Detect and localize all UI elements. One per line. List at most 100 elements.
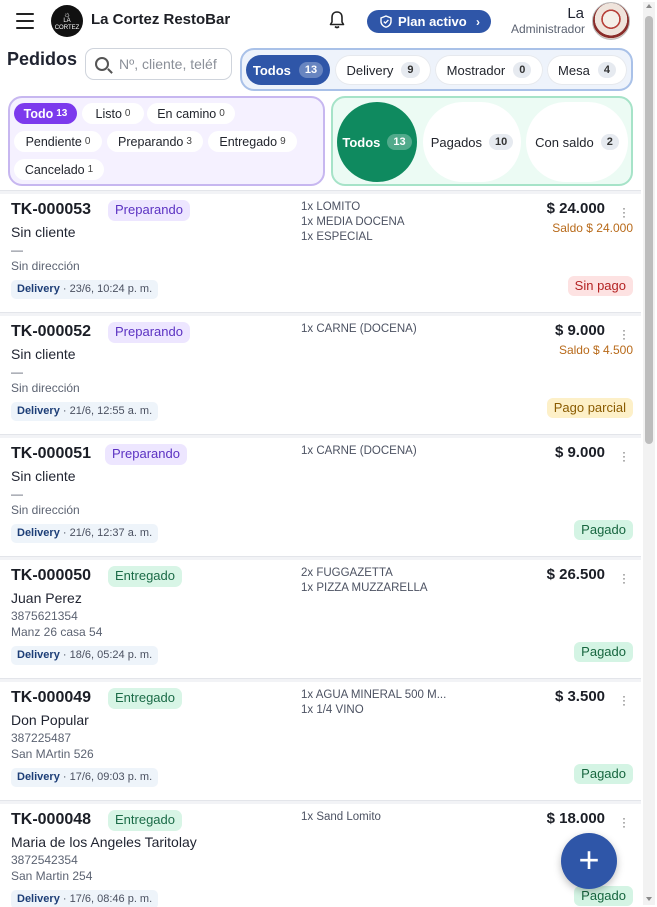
payment-badge: Sin pago <box>567 276 633 296</box>
orders-list: TK-000053 Preparando Sin cliente — Sin d… <box>0 190 641 907</box>
order-date: 23/6, 10:24 p. m. <box>69 283 153 295</box>
order-item: 1x CARNE (DOCENA) <box>301 445 417 457</box>
order-card[interactable]: TK-000052 Preparando Sin cliente — Sin d… <box>0 312 641 434</box>
avatar[interactable] <box>592 2 630 40</box>
client-name: Sin cliente <box>11 468 76 484</box>
client-name: Juan Perez <box>11 590 82 606</box>
order-card[interactable]: TK-000053 Preparando Sin cliente — Sin d… <box>0 190 641 312</box>
status-badge: Preparando <box>108 322 190 343</box>
more-options-icon[interactable]: · · · <box>622 202 626 222</box>
client-address: San MArtin 526 <box>11 747 94 761</box>
scroll-down-arrow[interactable] <box>646 897 652 901</box>
search-box <box>85 48 232 80</box>
order-items: 1x AGUA MINERAL 500 M... 1x 1/4 VINO <box>301 688 446 718</box>
client-address: Sin dirección <box>11 259 80 273</box>
order-card[interactable]: TK-000048 Entregado Maria de los Angeles… <box>0 800 641 907</box>
status-filter-pendiente[interactable]: Pendiente 0 <box>14 131 102 152</box>
payment-badge: Pagado <box>574 764 633 784</box>
order-card[interactable]: TK-000050 Entregado Juan Perez 387562135… <box>0 556 641 678</box>
more-options-icon[interactable]: · · · <box>622 324 626 344</box>
order-items: 1x CARNE (DOCENA) <box>301 322 417 337</box>
payment-badge: Pagado <box>574 886 633 906</box>
client-address: San Martin 254 <box>11 869 93 883</box>
order-total: $ 26.500 <box>546 566 605 583</box>
client-name: Sin cliente <box>11 224 76 240</box>
client-phone: — <box>11 487 23 501</box>
payment-filter-todos[interactable]: Todos 13 <box>337 102 417 182</box>
more-options-icon[interactable]: · · · <box>622 568 626 588</box>
payment-filter-con-saldo[interactable]: Con saldo 2 <box>526 102 628 182</box>
order-item: 2x FUGGAZETTA <box>301 567 393 579</box>
filter-count: 9 <box>280 136 286 147</box>
order-card[interactable]: TK-000049 Entregado Don Popular 38722548… <box>0 678 641 800</box>
status-filter-en-camino[interactable]: En camino 0 <box>147 103 235 124</box>
order-id: TK-000049 <box>11 689 92 706</box>
order-meta: Delivery · 18/6, 05:24 p. m. <box>11 646 159 665</box>
payment-filter: Todos 13 Pagados 10 Con saldo 2 <box>331 96 633 186</box>
shield-icon <box>380 15 392 28</box>
filter-count: 13 <box>387 134 412 150</box>
order-meta: Delivery · 17/6, 09:03 p. m. <box>11 768 159 787</box>
filter-count: 0 <box>513 62 532 78</box>
filter-label: Listo <box>95 106 122 121</box>
logo-text: LA CORTEZ <box>54 17 80 31</box>
order-id: TK-000053 <box>11 201 92 218</box>
client-phone: 3872542354 <box>11 853 78 867</box>
order-item: 1x PIZZA MUZZARELLA <box>301 582 428 594</box>
order-type: Delivery <box>17 893 60 905</box>
order-card[interactable]: TK-000051 Preparando Sin cliente — Sin d… <box>0 434 641 556</box>
order-type-filter: Todos 13 Delivery 9 Mostrador 0 Mesa 4 <box>240 48 633 91</box>
status-filter-todo[interactable]: Todo 13 <box>14 103 77 124</box>
search-input[interactable] <box>119 56 219 72</box>
order-id: TK-000048 <box>11 811 92 828</box>
order-item: 1x Sand Lomito <box>301 811 381 823</box>
bell-icon[interactable] <box>328 10 346 30</box>
order-item: 1x ESPECIAL <box>301 231 373 243</box>
order-id: TK-000051 <box>11 445 92 462</box>
filter-count: 13 <box>298 62 324 78</box>
order-item: 1x MEDIA DOCENA <box>301 216 405 228</box>
order-item: 1x LOMITO <box>301 201 361 213</box>
more-options-icon[interactable]: · · · <box>622 690 626 710</box>
filter-count: 3 <box>186 136 192 147</box>
type-filter-delivery[interactable]: Delivery 9 <box>335 55 431 85</box>
filter-label: Pendiente <box>25 134 82 149</box>
scroll-up-arrow[interactable] <box>646 4 652 8</box>
plan-label: Plan activo <box>398 14 467 29</box>
order-type: Delivery <box>17 527 60 539</box>
payment-badge: Pago parcial <box>546 398 633 418</box>
brand-name: La Cortez RestoBar <box>91 11 231 28</box>
type-filter-todos[interactable]: Todos 13 <box>246 55 330 85</box>
client-phone: — <box>11 243 23 257</box>
filter-count: 0 <box>219 108 225 119</box>
order-balance: Saldo $ 4.500 <box>558 343 633 357</box>
order-item: 1x AGUA MINERAL 500 M... <box>301 689 447 701</box>
filter-label: Pagados <box>430 134 483 150</box>
menu-icon[interactable] <box>16 13 34 29</box>
order-date: 21/6, 12:37 a. m. <box>69 527 153 539</box>
filter-count: 2 <box>600 134 619 150</box>
status-filter-preparando[interactable]: Preparando 3 <box>107 131 203 152</box>
payment-filter-pagados[interactable]: Pagados 10 <box>423 102 521 182</box>
order-date: 18/6, 05:24 p. m. <box>69 649 153 661</box>
type-filter-mesa[interactable]: Mesa 4 <box>547 55 627 85</box>
filter-label: Mesa <box>558 62 590 78</box>
client-name: Maria de los Angeles Taritolay <box>11 834 197 850</box>
plan-button[interactable]: Plan activo › <box>367 10 491 33</box>
client-address: Sin dirección <box>11 381 80 395</box>
scrollbar-thumb[interactable] <box>645 16 653 444</box>
order-type: Delivery <box>17 771 60 783</box>
chevron-right-icon: › <box>476 14 480 29</box>
more-options-icon[interactable]: · · · <box>622 812 626 832</box>
status-filter-entregado[interactable]: Entregado 9 <box>208 131 297 152</box>
filter-label: En camino <box>157 106 217 121</box>
add-order-button[interactable]: + <box>561 833 617 889</box>
filter-label: Mostrador <box>446 62 506 78</box>
more-options-icon[interactable]: · · · <box>622 446 626 466</box>
status-badge: Entregado <box>108 810 182 831</box>
order-date: 17/6, 09:03 p. m. <box>69 771 153 783</box>
type-filter-mostrador[interactable]: Mostrador 0 <box>435 55 543 85</box>
status-filter-listo[interactable]: Listo 0 <box>82 103 144 124</box>
client-phone: 3875621354 <box>11 609 78 623</box>
status-filter-cancelado[interactable]: Cancelado 1 <box>14 159 104 180</box>
